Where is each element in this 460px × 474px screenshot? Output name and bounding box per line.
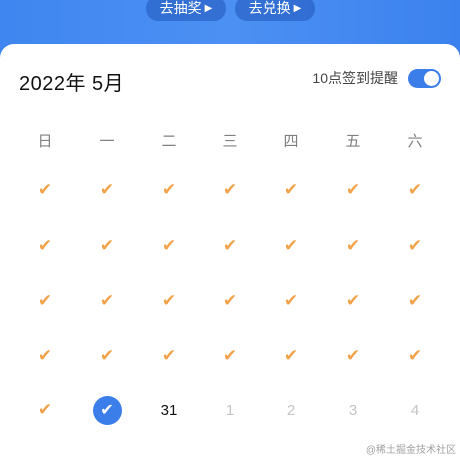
checkmark-icon: ✔ [161, 291, 177, 310]
checkmark-icon: ✔ [283, 346, 299, 365]
calendar-day[interactable]: ✔ [87, 175, 127, 205]
calendar-day[interactable]: ✔ [149, 341, 189, 371]
day-number: 4 [410, 401, 420, 419]
calendar-day[interactable]: 31 [149, 395, 189, 425]
checkmark-icon: ✔ [161, 236, 177, 255]
checkmark-icon: ✔ [283, 180, 299, 199]
checkmark-icon: ✔ [345, 180, 361, 199]
calendar-day[interactable]: ✔ [271, 286, 311, 316]
calendar-day[interactable]: ✔ [210, 286, 250, 316]
watermark: @稀土掘金技术社区 [365, 445, 456, 456]
weekday-label: 二 [161, 133, 177, 150]
checkmark-icon: ✔ [283, 236, 299, 255]
calendar-day[interactable]: ✔ [87, 395, 127, 425]
checkmark-icon: ✔ [37, 236, 53, 255]
checkmark-icon: ✔ [345, 346, 361, 365]
checkmark-icon: ✔ [222, 180, 238, 199]
calendar-day[interactable]: ✔ [210, 231, 250, 261]
checkmark-icon: ✔ [407, 180, 423, 199]
calendar-day[interactable]: 1 [210, 395, 250, 425]
day-number: 2 [286, 401, 296, 419]
reminder-row: 10点签到提醒 [312, 68, 441, 88]
go-lottery-button[interactable]: 去抽奖 ▶ [146, 0, 226, 21]
go-lottery-label: 去抽奖 [159, 0, 202, 16]
go-exchange-label: 去兑换 [248, 0, 291, 16]
checkmark-icon: ✔ [99, 180, 115, 199]
today-checkmark-icon: ✔ [92, 395, 122, 425]
calendar-day[interactable]: ✔ [333, 175, 373, 205]
calendar-day[interactable]: ✔ [25, 231, 65, 261]
day-number: 3 [348, 401, 358, 419]
checkmark-icon: ✔ [407, 346, 423, 365]
checkmark-icon: ✔ [345, 236, 361, 255]
checkmark-icon: ✔ [99, 291, 115, 310]
checkmark-icon: ✔ [222, 346, 238, 365]
calendar-day[interactable]: ✔ [271, 175, 311, 205]
calendar-day[interactable]: ✔ [25, 175, 65, 205]
month-title: 2022年 5月 [19, 73, 125, 95]
go-exchange-button[interactable]: 去兑换 ▶ [235, 0, 315, 21]
calendar-day[interactable]: ✔ [333, 231, 373, 261]
calendar-day[interactable]: ✔ [271, 341, 311, 371]
calendar-day[interactable]: ✔ [395, 286, 435, 316]
day-number: 31 [160, 401, 178, 419]
calendar-day[interactable]: ✔ [87, 286, 127, 316]
calendar-day[interactable]: ✔ [25, 395, 65, 425]
checkmark-icon: ✔ [37, 346, 53, 365]
calendar-day[interactable]: ✔ [333, 341, 373, 371]
calendar-day[interactable]: ✔ [87, 231, 127, 261]
checkmark-icon: ✔ [283, 291, 299, 310]
reminder-label: 10点签到提醒 [312, 70, 398, 86]
checkmark-icon: ✔ [37, 180, 53, 199]
play-arrow-icon: ▶ [293, 3, 302, 14]
calendar-day[interactable]: 4 [395, 395, 435, 425]
calendar-day[interactable]: ✔ [271, 231, 311, 261]
checkmark-icon: ✔ [37, 400, 53, 419]
calendar-day[interactable]: 2 [271, 395, 311, 425]
calendar-day[interactable]: ✔ [25, 341, 65, 371]
calendar-day[interactable]: ✔ [87, 341, 127, 371]
weekday-label: 三 [222, 133, 238, 150]
checkmark-icon: ✔ [161, 180, 177, 199]
calendar-day[interactable]: ✔ [333, 286, 373, 316]
calendar-day[interactable]: ✔ [210, 175, 250, 205]
calendar-day[interactable]: ✔ [149, 286, 189, 316]
weekday-label: 日 [37, 133, 53, 150]
checkmark-icon: ✔ [161, 346, 177, 365]
checkmark-icon: ✔ [407, 291, 423, 310]
checkmark-icon: ✔ [407, 236, 423, 255]
calendar-day[interactable]: ✔ [210, 341, 250, 371]
weekday-label: 五 [345, 133, 361, 150]
checkin-calendar-card: 2022年 5月 10点签到提醒 日 一 二 三 四 五 六 ✔ ✔ ✔ ✔ ✔ ✔ ✔ ✔ ✔ ✔ ✔ ✔ ✔ ✔ ✔ ✔… [0, 44, 460, 474]
checkmark-icon: ✔ [37, 291, 53, 310]
reminder-toggle[interactable] [408, 68, 441, 88]
checkmark-icon: ✔ [345, 291, 361, 310]
calendar-day[interactable]: ✔ [395, 175, 435, 205]
checkmark-icon: ✔ [99, 346, 115, 365]
weekday-label: 六 [407, 133, 423, 150]
day-number: 1 [225, 401, 235, 419]
calendar-day[interactable]: ✔ [395, 231, 435, 261]
weekday-label: 四 [283, 133, 299, 150]
calendar-day[interactable]: 3 [333, 395, 373, 425]
weekday-label: 一 [99, 133, 115, 150]
checkmark-icon: ✔ [222, 291, 238, 310]
calendar-day[interactable]: ✔ [149, 175, 189, 205]
checkmark-icon: ✔ [99, 236, 115, 255]
checkmark-icon: ✔ [222, 236, 238, 255]
play-arrow-icon: ▶ [204, 3, 213, 14]
calendar-day[interactable]: ✔ [25, 286, 65, 316]
calendar-day[interactable]: ✔ [395, 341, 435, 371]
toggle-knob [424, 70, 439, 86]
calendar-day[interactable]: ✔ [149, 231, 189, 261]
